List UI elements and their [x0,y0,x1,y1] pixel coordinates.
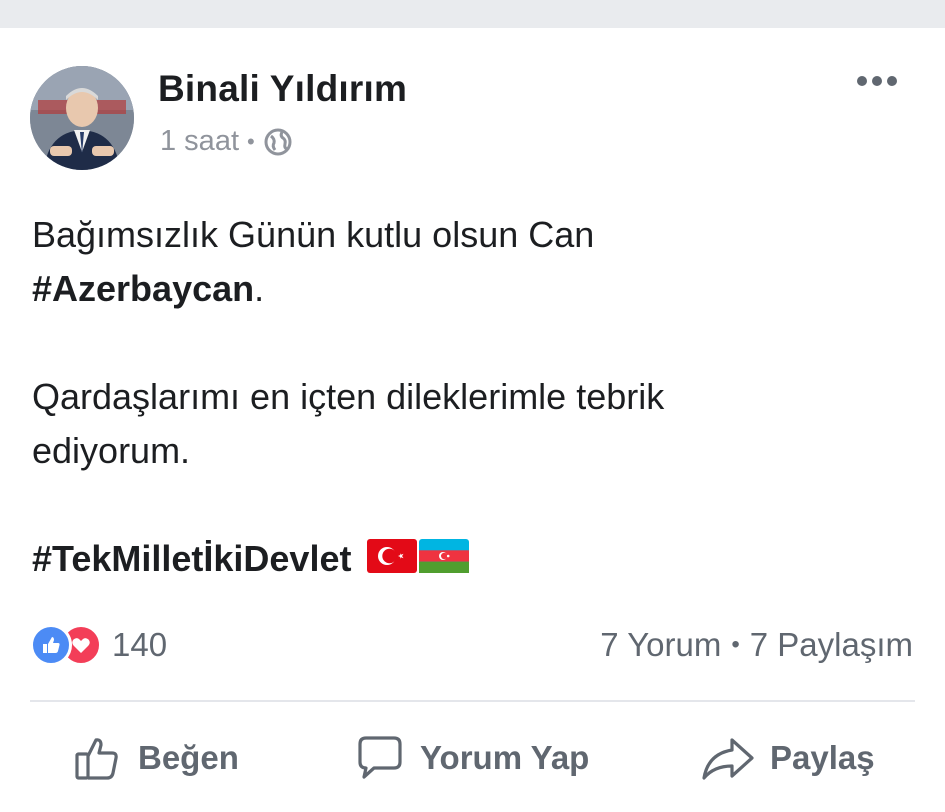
hashtag-tekmilletikidevlet[interactable]: #TekMilletİkiDevlet [32,538,351,579]
share-count[interactable]: 7 Paylaşım [750,626,913,664]
post-time[interactable]: 1 saat [160,125,239,158]
meta-separator: • [247,128,255,154]
dot [857,76,867,86]
comment-button[interactable]: Yorum Yap [354,728,589,788]
comment-count[interactable]: 7 Yorum [600,626,721,664]
more-dots-icon[interactable] [857,76,897,86]
facebook-post: Binali Yıldırım 1 saat • Bağımsızlık Gün… [0,28,945,812]
divider [30,700,915,702]
turkey-flag-emoji [367,534,418,588]
top-bar [0,0,945,28]
dot [872,76,882,86]
post-actions: Beğen Yorum Yap Paylaş [0,728,945,808]
share-button-label: Paylaş [770,739,875,776]
hashtag-azerbaycan[interactable]: #Azerbaycan [32,268,254,309]
share-button[interactable]: Paylaş [700,728,875,788]
avatar[interactable] [30,66,134,170]
post-text: Bağımsızlık Günün kutlu olsun Can #Azerb… [32,208,912,588]
post-text-line: Bağımsızlık Günün kutlu olsun Can #Azerb… [32,208,912,316]
comment-button-label: Yorum Yap [420,739,590,776]
like-reaction-icon [30,624,72,666]
stats-separator: • [731,631,740,658]
globe-icon[interactable] [263,127,293,157]
dot [887,76,897,86]
post-text-greeting: Bağımsızlık Günün kutlu olsun Can [32,214,595,255]
azerbaijan-flag-emoji [419,534,470,588]
like-button[interactable]: Beğen [72,728,239,788]
post-text-hashtag-line: #TekMilletİkiDevlet [32,532,912,588]
post-text-paragraph: Qardaşlarımı en içten dileklerimle tebri… [32,376,665,471]
share-arrow-icon [700,732,756,784]
reactions-summary[interactable]: 140 [30,624,167,666]
author-name[interactable]: Binali Yıldırım [158,68,407,110]
comment-bubble-icon [354,732,406,784]
like-button-label: Beğen [138,739,239,776]
punctuation: . [254,268,265,309]
thumbs-up-icon [72,732,124,784]
post-meta: 1 saat • [160,125,293,158]
engagement-stats: 7 Yorum • 7 Paylaşım [600,626,913,664]
reaction-count: 140 [112,626,168,663]
